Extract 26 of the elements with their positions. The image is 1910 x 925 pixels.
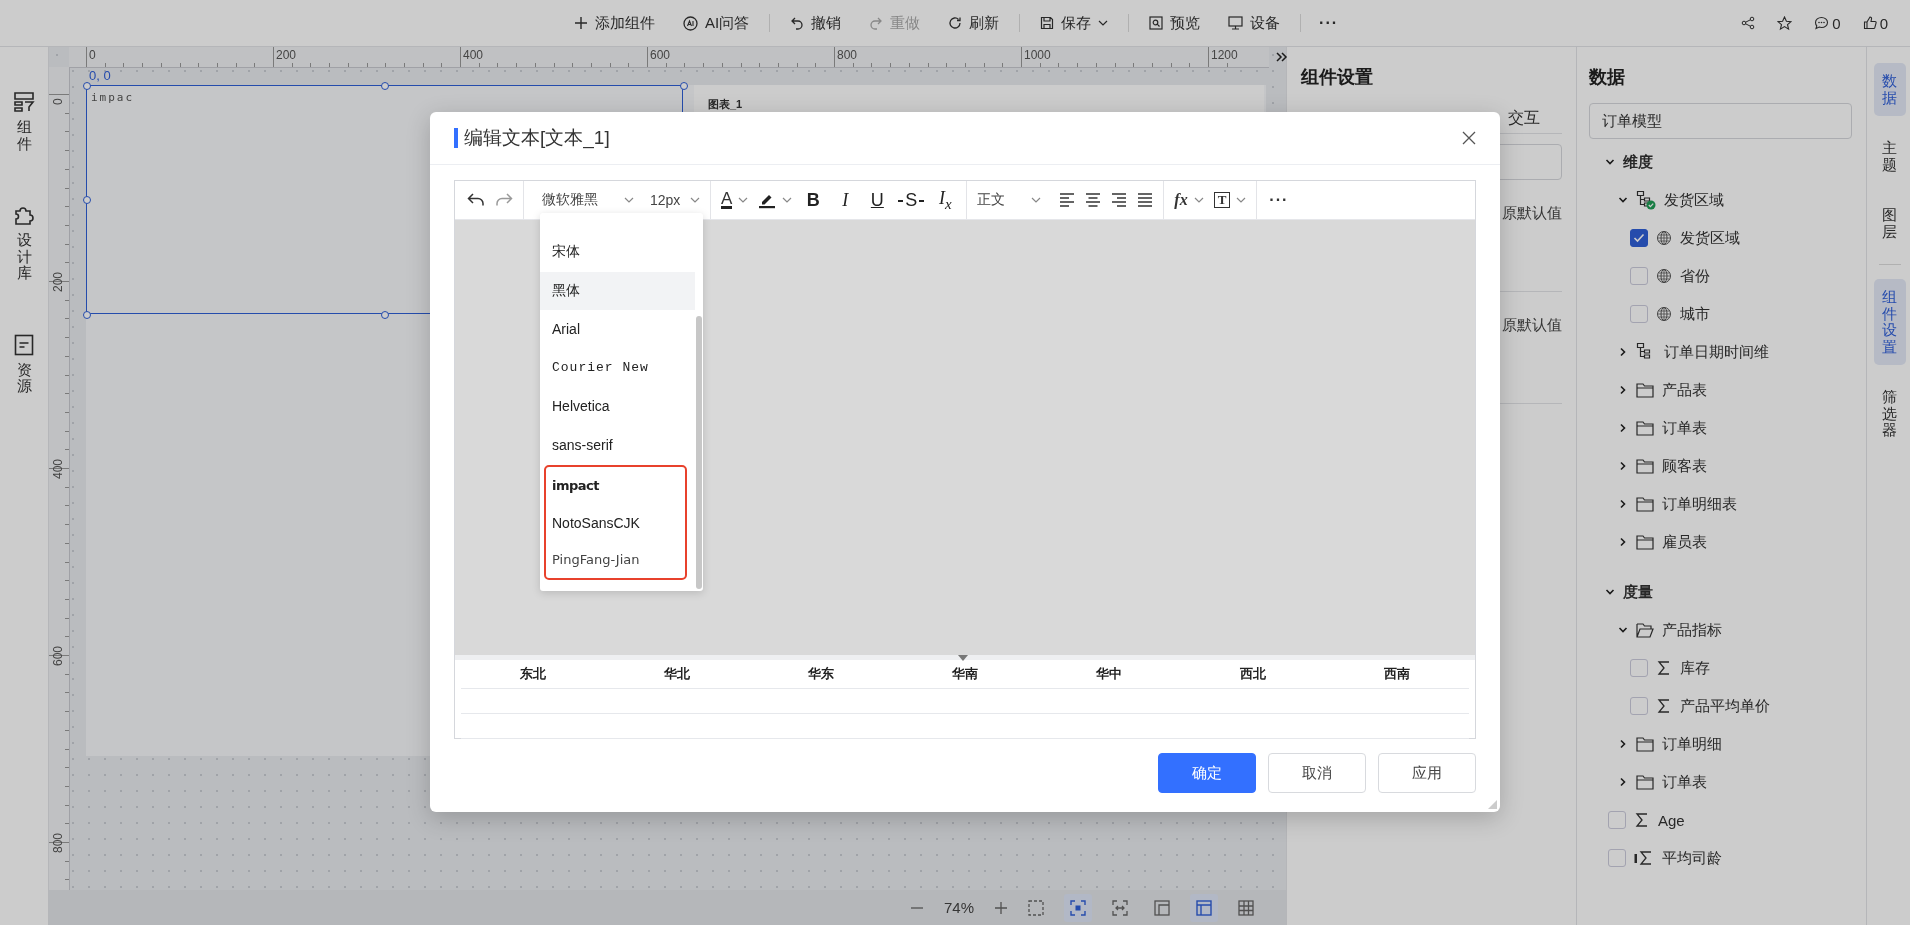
- panel-title: 数据: [1589, 66, 1626, 89]
- table-header-cell-text: 华北: [663, 665, 691, 683]
- ruler-label: 1000: [1024, 48, 1051, 62]
- table-header-cell-text: 西南: [1383, 665, 1411, 683]
- ruler-label: 600: [650, 48, 671, 62]
- table-header-cell-text: 西北: [1239, 665, 1267, 683]
- ruler-label: 0: [51, 98, 65, 105]
- ruler-label: 400: [51, 458, 65, 479]
- table-header-cell-text: 华南: [951, 665, 979, 683]
- origin-label: 0, 0: [89, 68, 111, 83]
- ruler-label: 200: [51, 271, 65, 292]
- ruler-label: 400: [463, 48, 484, 62]
- ruler-label: 200: [276, 48, 297, 62]
- text-box-content: impac: [91, 91, 135, 104]
- ruler-label: 600: [51, 645, 65, 666]
- ruler-label: 800: [837, 48, 858, 62]
- table-header-cell-text: 华东: [807, 665, 835, 683]
- dialog-title: 编辑文本[文本_1]: [464, 126, 610, 151]
- zoom-level: 74%: [943, 899, 974, 916]
- chart-title: 图表_1: [708, 98, 743, 110]
- table-header-cell-text: 华中: [1095, 665, 1123, 683]
- ruler-label: 1200: [1211, 48, 1238, 62]
- ruler-label: 800: [51, 832, 65, 853]
- ruler-label: 0: [89, 48, 96, 62]
- table-header-cell-text: 东北: [519, 665, 547, 683]
- panel-title: 组件设置: [1301, 66, 1374, 89]
